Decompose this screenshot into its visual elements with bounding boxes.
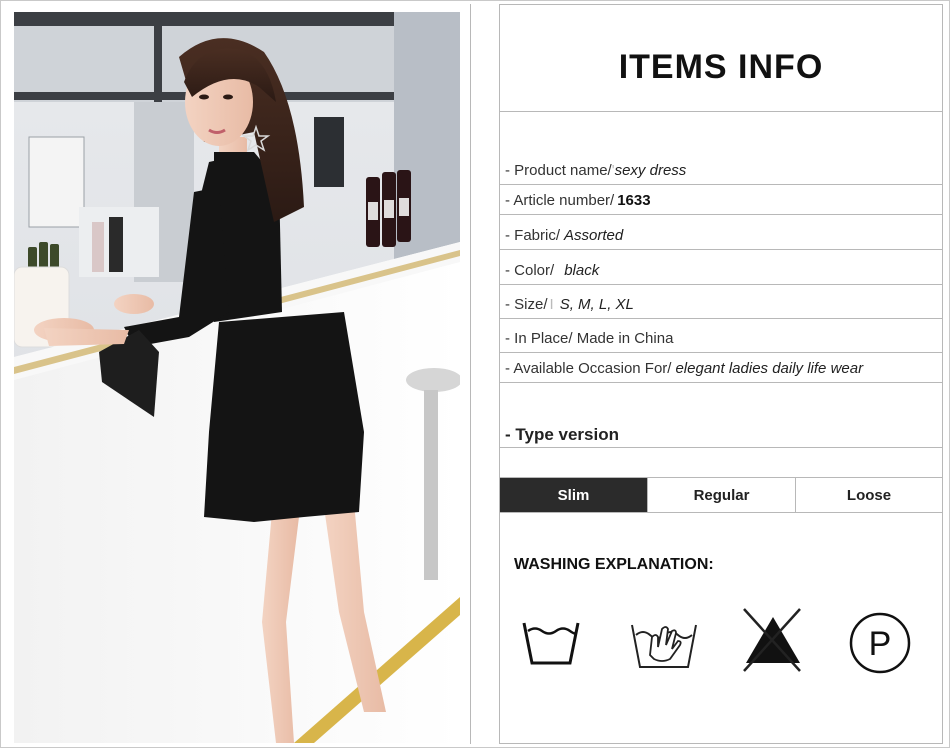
fit-type-tabs: Slim Regular Loose	[500, 477, 942, 513]
model-in-black-dress-image	[14, 12, 460, 743]
dry-clean-letter: P	[869, 625, 892, 663]
made-in-label: - In Place/ Made in China	[505, 330, 674, 347]
tab-slim[interactable]: Slim	[500, 478, 648, 512]
type-version-row: - Type version	[500, 383, 942, 448]
washing-explanation-title: WASHING EXPLANATION:	[514, 556, 714, 573]
size-value: S, M, L, XL	[559, 296, 634, 313]
size-row: - Size/ I S, M, L, XL	[500, 285, 942, 319]
dry-clean-p-icon: P	[849, 612, 911, 674]
occasion-row: - Available Occasion For/ elegant ladies…	[500, 353, 942, 383]
color-value: black	[564, 262, 600, 279]
color-label: - Color/	[505, 262, 555, 279]
fabric-value: Assorted	[564, 227, 624, 244]
product-name-label: - Product name/	[505, 162, 612, 179]
occasion-value: elegant ladies daily life wear	[675, 360, 864, 377]
washing-icons: P	[500, 608, 942, 703]
tab-regular-label: Regular	[693, 486, 750, 504]
product-name-value: sexy dress	[614, 162, 687, 179]
size-label: - Size/	[505, 296, 548, 313]
items-info-panel: ITEMS INFO - Product name/ ' sexy dress …	[499, 4, 943, 744]
tab-loose[interactable]: Loose	[796, 478, 942, 512]
no-bleach-icon	[743, 608, 801, 672]
fabric-row: - Fabric/ Assorted	[500, 215, 942, 250]
divider-line	[470, 4, 471, 744]
occasion-label: - Available Occasion For/	[505, 360, 672, 377]
product-name-row: - Product name/ ' sexy dress	[500, 150, 942, 185]
items-info-header: ITEMS INFO	[500, 5, 942, 112]
made-in-row: - In Place/ Made in China	[500, 319, 942, 353]
tab-slim-label: Slim	[557, 486, 590, 504]
color-row: - Color/ black	[500, 250, 942, 285]
hand-wash-icon	[631, 624, 697, 668]
article-number-label: - Article number/	[505, 192, 615, 209]
size-separator: I	[549, 296, 554, 313]
type-version-label: - Type version	[505, 425, 619, 444]
article-number-value: 1633	[617, 192, 651, 209]
article-number-row: - Article number/ 1633	[500, 185, 942, 215]
fabric-label: - Fabric/	[505, 227, 561, 244]
items-info-title: ITEMS INFO	[618, 47, 824, 86]
tab-loose-label: Loose	[846, 486, 892, 504]
product-photo	[14, 12, 460, 743]
wash-tub-icon	[522, 622, 580, 665]
tab-regular[interactable]: Regular	[648, 478, 796, 512]
